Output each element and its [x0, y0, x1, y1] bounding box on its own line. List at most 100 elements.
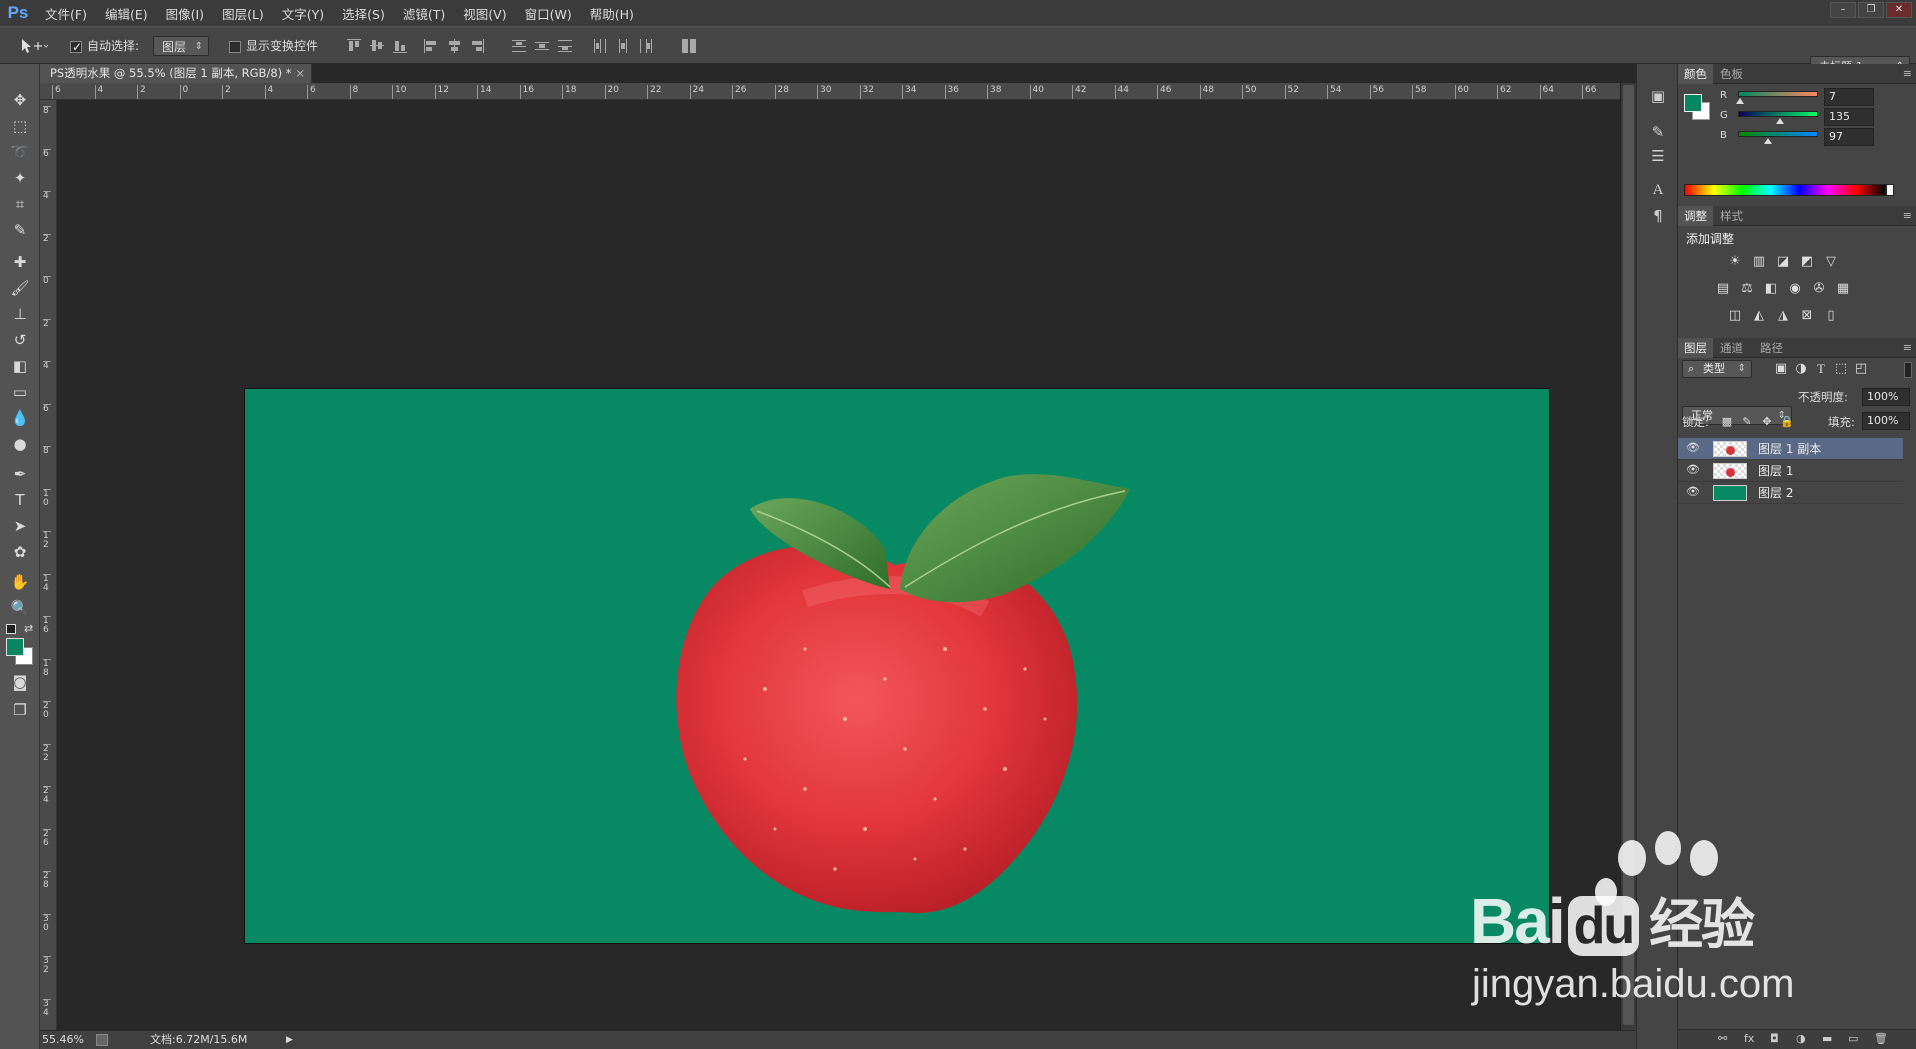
distribute-top-icon[interactable] [512, 39, 528, 53]
screen-mode-icon[interactable]: ❐ [6, 698, 34, 722]
zoom-level[interactable]: 55.46% [42, 1031, 84, 1049]
tab-channels[interactable]: 通道 [1714, 338, 1749, 358]
lock-transparent-icon[interactable]: ▩ [1718, 414, 1736, 430]
exposure-icon[interactable]: ◩ [1798, 254, 1816, 270]
show-transform-checkbox[interactable] [229, 40, 241, 53]
channel-mixer-icon[interactable]: ✇ [1810, 281, 1828, 297]
paragraph-panel-icon[interactable]: ¶ [1648, 206, 1668, 226]
align-bottom-icon[interactable] [393, 39, 409, 53]
adjustment-layer-icon[interactable]: ◑ [1796, 1032, 1806, 1045]
filter-adjustment-icon[interactable]: ◑ [1792, 361, 1810, 377]
menu-help[interactable]: 帮助(H) [581, 4, 643, 23]
brush-tool-icon[interactable]: 🖌 [6, 276, 34, 300]
new-layer-icon[interactable]: ▭ [1848, 1032, 1858, 1045]
filter-toggle[interactable] [1904, 362, 1912, 378]
filter-smart-object-icon[interactable]: ◰ [1852, 361, 1870, 377]
shape-tool-icon[interactable]: ✿ [6, 540, 34, 564]
healing-brush-tool-icon[interactable]: ✚ [6, 250, 34, 274]
marquee-tool-icon[interactable]: ⬚ [6, 114, 34, 138]
visibility-eye-icon[interactable]: 👁 [1686, 485, 1700, 498]
filter-shape-icon[interactable]: ⬚ [1832, 361, 1850, 377]
quick-mask-icon[interactable]: ◙ [6, 670, 34, 694]
status-export-icon[interactable] [96, 1034, 108, 1046]
tab-color[interactable]: 颜色 [1678, 64, 1713, 84]
scrollbar-thumb[interactable] [1623, 85, 1634, 1025]
delete-layer-icon[interactable]: 🗑 [1874, 1032, 1888, 1045]
distribute-right-icon[interactable] [639, 39, 655, 53]
channel-slider-r[interactable] [1738, 91, 1818, 97]
pen-tool-icon[interactable]: ✒ [6, 462, 34, 486]
brush-panel-icon[interactable]: ☰ [1648, 146, 1668, 166]
tab-paths[interactable]: 路径 [1754, 338, 1789, 358]
gradient-map-icon[interactable]: ▯ [1822, 308, 1840, 324]
channel-value-b[interactable]: 97 [1824, 128, 1874, 146]
auto-select-checkbox[interactable] [70, 37, 82, 57]
lasso-tool-icon[interactable]: ➰ [6, 140, 34, 164]
status-menu-arrow[interactable]: ▶ [286, 1031, 293, 1049]
vertical-scrollbar[interactable] [1620, 83, 1636, 1030]
channel-slider-g[interactable] [1738, 111, 1818, 117]
layer-filter-dropdown[interactable]: ⌕ 类型 [1682, 360, 1752, 378]
default-colors-icon[interactable] [6, 624, 16, 634]
fill-field[interactable]: 100% [1862, 412, 1910, 430]
color-panel-menu-icon[interactable]: ≡ [1903, 64, 1912, 84]
channel-slider-thumb[interactable] [1736, 98, 1745, 104]
lock-all-icon[interactable]: 🔒 [1778, 414, 1796, 430]
restore-button[interactable]: ❐ [1858, 2, 1884, 18]
blur-tool-icon[interactable]: 💧 [6, 406, 34, 430]
swap-colors-icon[interactable]: ⇄ [24, 622, 33, 635]
opacity-field[interactable]: 100% [1862, 388, 1910, 406]
color-panel-fg-swatch[interactable] [1684, 94, 1702, 112]
channel-value-g[interactable]: 135 [1824, 108, 1874, 126]
character-panel-icon[interactable]: A [1648, 180, 1668, 200]
threshold-icon[interactable]: ◮ [1774, 308, 1792, 324]
channel-value-r[interactable]: 7 [1824, 88, 1874, 106]
brush-presets-icon[interactable]: ✎ [1648, 122, 1668, 142]
distribute-hcenter-icon[interactable] [616, 39, 632, 53]
dodge-tool-icon[interactable]: ● [6, 432, 34, 456]
close-window-button[interactable]: ✕ [1886, 2, 1912, 18]
history-brush-tool-icon[interactable]: ↺ [6, 328, 34, 352]
document-canvas[interactable] [245, 389, 1549, 943]
canvas-area[interactable] [58, 100, 1620, 1030]
tab-adjustments[interactable]: 调整 [1678, 206, 1713, 226]
vibrance-icon[interactable]: ▽ [1822, 254, 1840, 270]
filter-type-icon[interactable]: T [1812, 361, 1830, 377]
align-top-icon[interactable] [347, 39, 363, 53]
black-white-icon[interactable]: ◧ [1762, 281, 1780, 297]
menu-image[interactable]: 图像(I) [157, 4, 213, 23]
layer-mask-icon[interactable]: ◘ [1770, 1032, 1779, 1045]
close-tab-icon[interactable]: × [295, 64, 305, 83]
tab-styles[interactable]: 样式 [1714, 206, 1749, 226]
move-tool-icon[interactable]: ✥ [6, 88, 34, 112]
crop-tool-icon[interactable]: ⌗ [6, 192, 34, 216]
menu-window[interactable]: 窗口(W) [516, 4, 581, 23]
menu-view[interactable]: 视图(V) [454, 4, 515, 23]
menu-layer[interactable]: 图层(L) [213, 4, 273, 23]
white-swatch[interactable] [1886, 184, 1894, 196]
auto-select-option[interactable]: 自动选择: [70, 36, 139, 57]
distribute-bottom-icon[interactable] [558, 39, 574, 53]
path-selection-tool-icon[interactable]: ➤ [6, 514, 34, 538]
auto-select-target-dropdown[interactable]: 图层 [153, 36, 209, 57]
levels-icon[interactable]: ▥ [1750, 254, 1768, 270]
layers-panel-menu-icon[interactable]: ≡ [1903, 338, 1912, 358]
show-transform-option[interactable]: 显示变换控件 [229, 36, 318, 56]
hue-saturation-icon[interactable]: ▤ [1714, 281, 1732, 297]
layer-row[interactable]: 👁 图层 1 [1678, 460, 1903, 482]
layer-style-icon[interactable]: fx [1744, 1032, 1754, 1045]
document-tab[interactable]: PS透明水果 @ 55.5% (图层 1 副本, RGB/8) * × [40, 64, 312, 83]
channel-slider-thumb[interactable] [1776, 118, 1785, 124]
color-balance-icon[interactable]: ⚖ [1738, 281, 1756, 297]
brightness-contrast-icon[interactable]: ☀ [1726, 254, 1744, 270]
gradient-tool-icon[interactable]: ▭ [6, 380, 34, 404]
menu-edit[interactable]: 编辑(E) [96, 4, 157, 23]
channel-slider-b[interactable] [1738, 131, 1818, 137]
auto-align-icon[interactable] [682, 39, 698, 53]
lock-image-icon[interactable]: ✎ [1738, 414, 1756, 430]
posterize-icon[interactable]: ◭ [1750, 308, 1768, 324]
color-lookup-icon[interactable]: ▦ [1834, 281, 1852, 297]
minimize-button[interactable]: – [1830, 2, 1856, 18]
clone-stamp-tool-icon[interactable]: ⊥ [6, 302, 34, 326]
menu-select[interactable]: 选择(S) [333, 4, 394, 23]
